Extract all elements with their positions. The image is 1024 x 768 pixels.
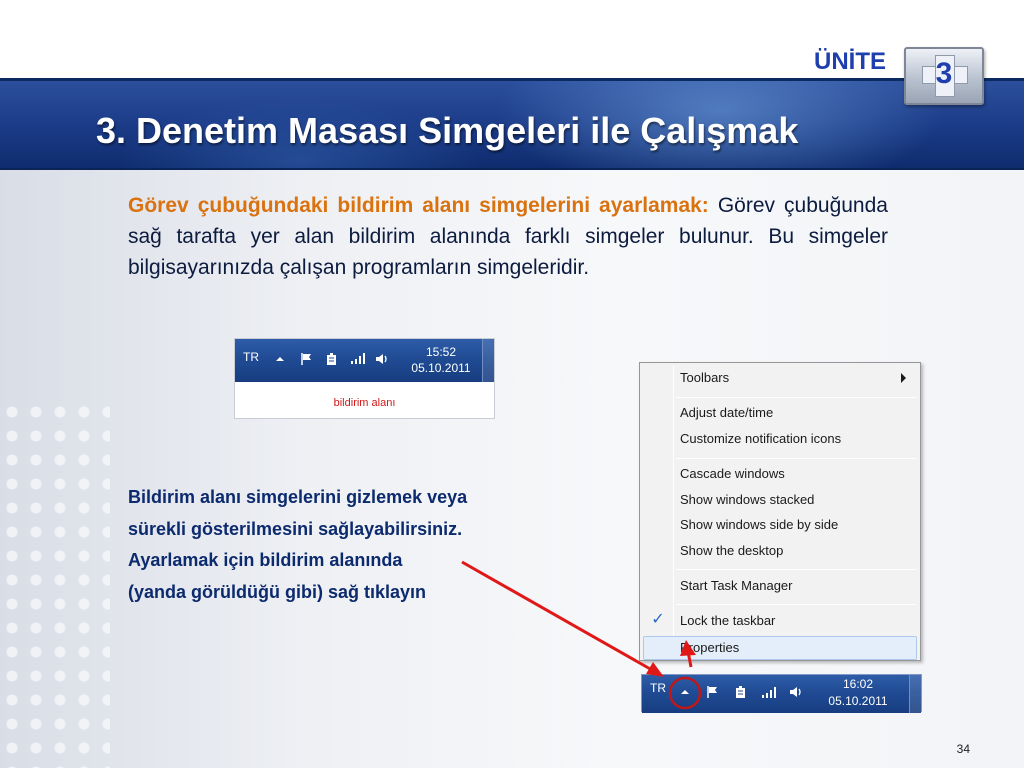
page-number: 34: [956, 742, 970, 756]
language-indicator[interactable]: TR: [243, 350, 259, 364]
power-icon[interactable]: [325, 352, 339, 368]
menu-item-label: Toolbars: [680, 370, 730, 385]
instruction-line: Ayarlamak için bildirim alanında: [128, 550, 403, 570]
instruction-line: sürekli gösterilmesini sağlayabilirsiniz…: [128, 518, 463, 539]
checkmark-icon: ✓: [651, 611, 665, 628]
clock-time[interactable]: 16:02: [818, 677, 898, 691]
instruction-line: Bildirim alanı simgelerini gizlemek veya: [128, 487, 468, 507]
action-center-flag-icon[interactable]: [300, 352, 314, 368]
intro-paragraph: Görev çubuğundaki bildirim alanı simgele…: [128, 190, 888, 283]
menu-separator: [676, 458, 916, 459]
menu-item-show-windows-side-by-side[interactable]: Show windows side by side: [680, 514, 838, 536]
network-signal-icon[interactable]: [350, 352, 366, 366]
menu-item-cascade-windows[interactable]: Cascade windows: [680, 463, 785, 485]
power-icon[interactable]: [734, 685, 748, 701]
page-title: 3. Denetim Masası Simgeleri ile Çalışmak: [96, 110, 799, 151]
clock-time[interactable]: 15:52: [401, 345, 481, 359]
taskbar-strip: TR 15:52 05.10.2011: [235, 339, 494, 382]
notification-area-caption: bildirim alanı: [333, 397, 396, 409]
language-indicator[interactable]: TR: [650, 681, 666, 695]
menu-separator: [676, 569, 916, 570]
show-desktop-button[interactable]: [909, 675, 921, 713]
menu-item-customize-notification-icons[interactable]: Customize notification icons: [680, 428, 841, 450]
submenu-arrow-icon: [901, 373, 906, 383]
menu-item-show-the-desktop[interactable]: Show the desktop: [680, 540, 783, 562]
taskbar-notification-area: TR 16:02 05.10.2011: [641, 674, 922, 713]
network-signal-icon[interactable]: [761, 686, 777, 700]
menu-item-start-task-manager[interactable]: Start Task Manager: [680, 575, 792, 597]
unite-badge: 3: [904, 47, 984, 105]
show-hidden-icons-arrow-icon[interactable]: [680, 685, 690, 699]
menu-item-adjust-date-time[interactable]: Adjust date/time: [680, 402, 773, 424]
show-hidden-icons-arrow-icon[interactable]: [275, 352, 285, 366]
notification-area-example: TR 15:52 05.10.2011 bildirim alanı: [234, 338, 495, 419]
show-desktop-button[interactable]: [482, 339, 494, 382]
volume-icon[interactable]: [375, 352, 389, 368]
instruction-line: (yanda görüldüğü gibi) sağ tıklayın: [128, 581, 427, 602]
decorative-dots: [0, 400, 110, 768]
menu-item-lock-the-taskbar[interactable]: Lock the taskbar: [680, 610, 775, 632]
taskbar-context-menu: Toolbars Adjust date/time Customize noti…: [639, 362, 921, 661]
menu-item-show-windows-stacked[interactable]: Show windows stacked: [680, 489, 814, 511]
taskbar-strip: TR 16:02 05.10.2011: [642, 675, 921, 713]
menu-item-properties[interactable]: Properties: [680, 637, 739, 659]
clock-date[interactable]: 05.10.2011: [818, 694, 898, 708]
volume-icon[interactable]: [789, 685, 803, 701]
action-center-flag-icon[interactable]: [706, 685, 720, 701]
menu-item-toolbars[interactable]: Toolbars: [680, 367, 916, 389]
menu-gutter: [673, 365, 674, 658]
intro-heading: Görev çubuğundaki bildirim alanı simgele…: [128, 194, 709, 217]
menu-separator: [676, 604, 916, 605]
menu-separator: [676, 397, 916, 398]
unite-number: 3: [935, 57, 953, 90]
clock-date[interactable]: 05.10.2011: [401, 361, 481, 375]
unite-label: ÜNİTE: [814, 48, 886, 75]
instructions-text: Bildirim alanı simgelerini gizlemek veya…: [128, 482, 588, 608]
